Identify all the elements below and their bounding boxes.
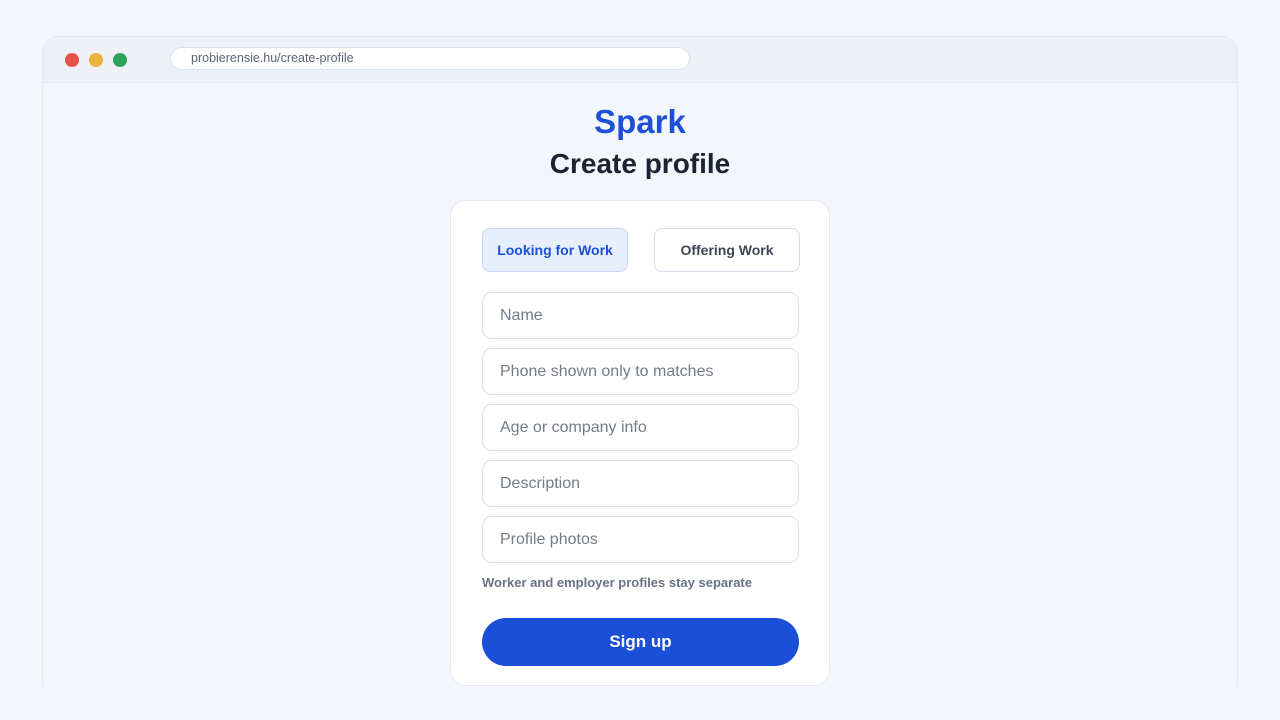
brand-logo: Spark [594, 103, 686, 140]
window-maximize-button[interactable] [113, 53, 127, 67]
address-bar[interactable]: probierensie.hu/create-profile [170, 47, 690, 70]
role-toggle-looking-for-work[interactable]: Looking for Work [482, 228, 628, 272]
page-title: Create profile [549, 148, 731, 179]
profile-photos-input[interactable] [482, 516, 799, 563]
name-input[interactable] [482, 292, 799, 339]
phone-input[interactable] [482, 348, 799, 395]
description-input[interactable] [482, 460, 799, 507]
signup-card: Looking for Work Offering Work Worker an… [450, 200, 830, 686]
sign-up-button[interactable]: Sign up [482, 618, 799, 666]
browser-toolbar: probierensie.hu/create-profile [43, 37, 1237, 83]
profiles-separate-hint: Worker and employer profiles stay separa… [482, 575, 752, 590]
window-close-button[interactable] [65, 53, 79, 67]
age-company-input[interactable] [482, 404, 799, 451]
window-minimize-button[interactable] [89, 53, 103, 67]
role-toggle-offering-work[interactable]: Offering Work [654, 228, 800, 272]
